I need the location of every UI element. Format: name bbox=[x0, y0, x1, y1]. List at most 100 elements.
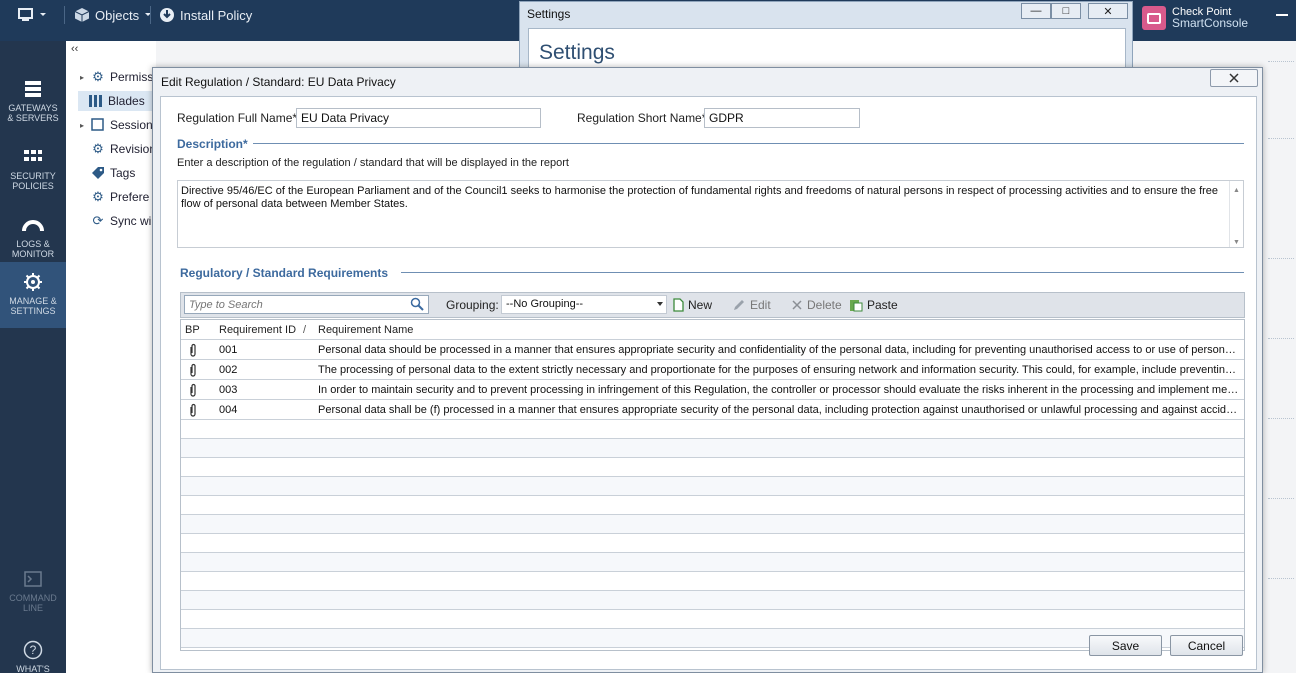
empty-row bbox=[181, 420, 1244, 439]
divider bbox=[1268, 138, 1294, 139]
new-document-icon bbox=[673, 298, 684, 312]
description-textarea[interactable]: Directive 95/46/EC of the European Parli… bbox=[177, 180, 1244, 248]
requirement-id: 001 bbox=[219, 344, 238, 356]
dialog-body: Regulation Full Name*: Regulation Short … bbox=[160, 96, 1257, 670]
gear-icon: ⚙ bbox=[92, 141, 104, 156]
column-requirement-name[interactable]: Requirement Name bbox=[318, 324, 413, 336]
grouping-label: Grouping: bbox=[446, 298, 499, 312]
full-name-field[interactable] bbox=[296, 108, 541, 128]
brand-line2: SmartConsole bbox=[1172, 16, 1249, 30]
empty-row bbox=[181, 458, 1244, 477]
grouping-dropdown[interactable]: --No Grouping-- bbox=[501, 295, 667, 314]
nav-manage-settings[interactable]: MANAGE & SETTINGS bbox=[0, 262, 66, 328]
tree-item-sessions[interactable]: ▸ Sessions bbox=[80, 115, 159, 135]
short-name-label: Regulation Short Name*: bbox=[577, 111, 710, 125]
servers-icon bbox=[22, 79, 44, 99]
paste-button[interactable]: Paste bbox=[849, 296, 898, 314]
tree-item-label: Tags bbox=[110, 166, 136, 180]
column-requirement-id[interactable]: Requirement ID bbox=[219, 324, 296, 336]
install-policy-label: Install Policy bbox=[180, 7, 253, 23]
window-minimize-button[interactable]: — bbox=[1021, 3, 1051, 19]
full-name-label: Regulation Full Name*: bbox=[177, 111, 301, 125]
divider bbox=[1268, 61, 1294, 62]
tree-item-revisions[interactable]: ⚙ Revision bbox=[80, 139, 156, 159]
terminal-icon bbox=[22, 569, 44, 589]
gauge-icon bbox=[22, 215, 44, 235]
requirement-name: In order to maintain security and to pre… bbox=[318, 384, 1240, 396]
paperclip-icon bbox=[190, 343, 196, 357]
tree-item-preferences[interactable]: ⚙ Prefere bbox=[80, 187, 149, 207]
nav-security-policies[interactable]: SECURITY POLICIES bbox=[0, 137, 66, 203]
tree-item-permissions[interactable]: ▸ ⚙ Permiss bbox=[80, 67, 153, 87]
cube-icon bbox=[74, 8, 90, 22]
toolbar-divider bbox=[150, 6, 151, 24]
paste-icon bbox=[850, 300, 863, 312]
svg-text:?: ? bbox=[30, 643, 37, 657]
window-close-button[interactable]: ✕ bbox=[1088, 3, 1128, 19]
column-bp[interactable]: BP bbox=[185, 324, 200, 336]
edit-regulation-dialog: Edit Regulation / Standard: EU Data Priv… bbox=[152, 67, 1263, 673]
left-navigation: GATEWAYS & SERVERS SECURITY POLICIES LOG… bbox=[0, 41, 66, 673]
new-label: New bbox=[688, 298, 713, 312]
table-row[interactable]: 003 In order to maintain security and to… bbox=[181, 380, 1244, 400]
empty-row bbox=[181, 477, 1244, 496]
tag-icon bbox=[90, 165, 106, 181]
requirements-table: BP Requirement ID / Requirement Name 001… bbox=[180, 319, 1245, 651]
collapse-panel-icon[interactable]: ‹‹ bbox=[71, 43, 78, 55]
edit-button[interactable]: Edit bbox=[732, 296, 771, 314]
gear-icon: ⚙ bbox=[92, 69, 104, 84]
help-icon: ? bbox=[22, 640, 44, 660]
table-row[interactable]: 001 Personal data should be processed in… bbox=[181, 340, 1244, 360]
nav-whats-new[interactable]: ? WHAT'S bbox=[0, 630, 66, 673]
settings-tree-panel: ‹‹ ▸ ⚙ Permiss Blades ▸ Sessions ⚙ Revis… bbox=[66, 41, 159, 673]
delete-button[interactable]: Delete bbox=[791, 296, 842, 314]
search-icon[interactable] bbox=[410, 297, 424, 311]
tree-item-tags[interactable]: Tags bbox=[80, 163, 135, 183]
table-row[interactable]: 002 The processing of personal data to t… bbox=[181, 360, 1244, 380]
nav-label: LOGS & bbox=[16, 239, 50, 249]
save-button[interactable]: Save bbox=[1089, 635, 1162, 656]
edit-label: Edit bbox=[750, 298, 771, 312]
nav-label: & SERVERS bbox=[7, 113, 59, 123]
requirement-name: Personal data should be processed in a m… bbox=[318, 344, 1240, 356]
nav-gateways-servers[interactable]: GATEWAYS & SERVERS bbox=[0, 69, 66, 135]
scroll-down-icon[interactable]: ▼ bbox=[1233, 236, 1240, 249]
empty-row bbox=[181, 610, 1244, 629]
empty-row bbox=[181, 629, 1244, 648]
objects-menu[interactable]: Objects bbox=[74, 0, 152, 30]
description-scrollbar[interactable]: ▲ ▼ bbox=[1229, 181, 1243, 247]
paperclip-icon bbox=[190, 363, 196, 377]
settings-heading: Settings bbox=[539, 41, 615, 64]
tree-item-label: Permiss bbox=[110, 70, 154, 84]
search-input[interactable] bbox=[184, 295, 429, 314]
nav-label: SETTINGS bbox=[10, 306, 56, 316]
table-row[interactable]: 004 Personal data shall be (f) processed… bbox=[181, 400, 1244, 420]
scroll-up-icon[interactable]: ▲ bbox=[1233, 184, 1240, 197]
brand: Check Point SmartConsole bbox=[1142, 4, 1248, 32]
blades-icon bbox=[88, 93, 104, 109]
cancel-button[interactable]: Cancel bbox=[1170, 635, 1243, 656]
pencil-icon bbox=[734, 300, 744, 310]
window-maximize-button[interactable]: □ bbox=[1051, 3, 1081, 19]
install-policy-button[interactable]: Install Policy bbox=[159, 0, 252, 30]
requirements-section-title: Regulatory / Standard Requirements bbox=[180, 266, 389, 280]
empty-row bbox=[181, 572, 1244, 591]
short-name-field[interactable] bbox=[704, 108, 860, 128]
new-button[interactable]: New bbox=[672, 296, 712, 314]
tree-item-sync[interactable]: ⟳ Sync wi bbox=[80, 211, 152, 231]
expand-arrow-icon[interactable]: ▸ bbox=[80, 121, 86, 130]
divider bbox=[1268, 578, 1294, 579]
menu-button[interactable] bbox=[18, 0, 47, 30]
delete-label: Delete bbox=[807, 298, 842, 312]
tree-item-blades[interactable]: Blades bbox=[78, 91, 158, 111]
nav-label: GATEWAYS bbox=[8, 103, 58, 113]
gear-icon bbox=[22, 272, 44, 292]
dialog-close-button[interactable] bbox=[1210, 69, 1258, 87]
nav-command-line[interactable]: COMMAND LINE bbox=[0, 559, 66, 625]
tree-item-label: Sync wi bbox=[110, 214, 152, 228]
paste-label: Paste bbox=[867, 298, 898, 312]
description-hint: Enter a description of the regulation / … bbox=[177, 157, 569, 169]
minimize-icon[interactable] bbox=[1276, 14, 1288, 16]
expand-arrow-icon[interactable]: ▸ bbox=[80, 73, 86, 82]
nav-label: POLICIES bbox=[12, 181, 54, 191]
